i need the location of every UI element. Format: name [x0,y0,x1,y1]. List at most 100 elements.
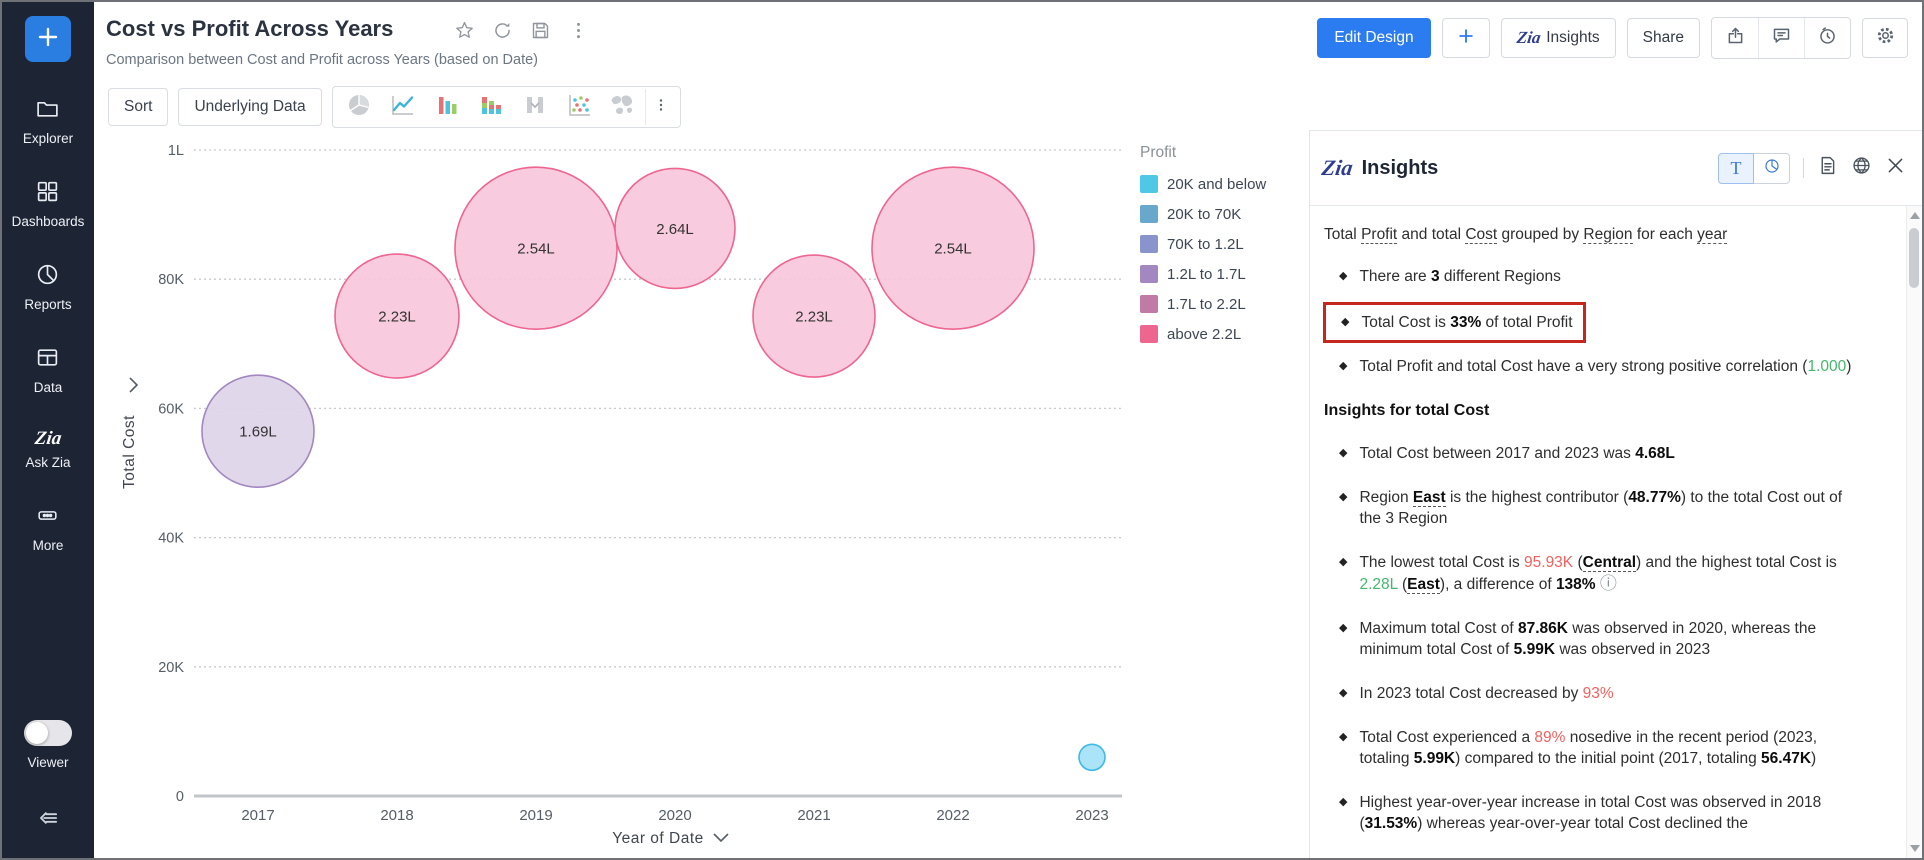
chart-type-map[interactable] [601,89,645,125]
insight-text: Total Cost is 33% of total Profit [1361,312,1572,333]
text-view-toggle[interactable]: T [1718,153,1754,184]
chart-type-line[interactable] [381,89,425,125]
divider [1803,158,1804,178]
y-tick-label: 20K [158,660,184,676]
legend-item[interactable]: 20K to 70K [1140,205,1300,223]
zia-insights-button[interactable]: Zia Insights [1501,18,1616,58]
bubble-value-label: 1.69L [239,424,277,441]
x-tick-label: 2017 [241,807,274,824]
diamond-bullet-icon: ◆ [1339,266,1347,287]
legend-item[interactable]: 70K to 1.2L [1140,235,1300,253]
sidebar-item-reports[interactable]: Reports [24,262,71,312]
add-report-button[interactable] [1442,18,1490,58]
bubble-chart[interactable]: 1.69L2.23L2.54L2.64L2.23L2.54L 020K40K60… [106,134,1136,858]
x-tick-label: 2019 [519,807,552,824]
zia-icon: Zia [33,428,62,450]
insight-bullet: ◆Total Cost experienced a 89% nosedive i… [1324,727,1896,769]
sidebar-collapse-button[interactable] [2,805,94,836]
zoho-analytics-window: Explorer Dashboards Reports Data [2,2,1922,858]
sidebar-item-more[interactable]: More [33,503,64,553]
legend-swatch [1140,325,1158,343]
insight-text: Total Profit and total Cost grouped by R… [1324,226,1727,244]
legend-label: above 2.2L [1167,326,1241,343]
insight-bullet: ◆Total Profit and total Cost have a very… [1324,356,1896,377]
y-tick-label: 0 [176,789,184,805]
chart-type-strip [332,86,681,128]
x-tick-label: 2018 [380,807,413,824]
sidebar-item-data[interactable]: Data [34,345,63,395]
alerts-button[interactable] [1804,18,1850,58]
create-new-button[interactable] [25,16,71,62]
chart-type-more-button[interactable] [645,89,676,125]
scroll-up-icon[interactable] [1910,212,1920,219]
insights-view-toggle: T [1718,153,1790,184]
globe-icon [1851,155,1872,181]
sidebar-item-label: Dashboards [12,214,85,229]
chart-type-stacked-bar[interactable] [469,89,513,125]
settings-button[interactable] [1862,18,1908,58]
bar-chart-icon [433,91,461,124]
diamond-bullet-icon: ◆ [1339,552,1347,595]
y-axis-chevron-icon[interactable] [130,378,137,392]
y-axis-title[interactable]: Total Cost [121,415,138,489]
line-chart-icon [389,91,417,124]
scrollbar-thumb[interactable] [1909,228,1919,288]
chart-type-bar[interactable] [425,89,469,125]
collapse-icon [35,805,61,836]
insights-language-button[interactable] [1851,155,1872,181]
insights-scrollbar[interactable] [1906,206,1922,858]
share-button[interactable]: Share [1627,18,1700,58]
kebab-icon[interactable] [568,20,589,46]
comments-button[interactable] [1758,18,1804,58]
pie-icon [1763,157,1781,180]
insights-header-controls: T [1718,153,1906,184]
highlighted-insight-box: ◆ Total Cost is 33% of total Profit [1323,302,1586,343]
table-icon [35,345,60,375]
sidebar-item-label: Data [34,380,63,395]
x-axis-title[interactable]: Year of Date [612,830,704,847]
zia-icon: Zia [1320,155,1354,181]
close-icon [1885,155,1906,181]
x-axis-chevron-icon[interactable] [714,834,728,841]
save-icon[interactable] [530,20,551,46]
legend-item[interactable]: above 2.2L [1140,325,1300,343]
sort-button[interactable]: Sort [108,88,168,126]
underlying-data-button[interactable]: Underlying Data [178,88,321,126]
bubble-value-label: 2.23L [378,309,416,326]
legend-item[interactable]: 1.7L to 2.2L [1140,295,1300,313]
insights-close-button[interactable] [1885,155,1906,181]
sidebar-item-explorer[interactable]: Explorer [23,96,73,146]
diamond-bullet-icon: ◆ [1339,727,1347,769]
chart-type-pie[interactable] [337,89,381,125]
chart-bubble-2023[interactable] [1079,744,1105,770]
insight-text: Total Cost between 2017 and 2023 was 4.6… [1359,443,1674,464]
insights-intro: Total Profit and total Cost grouped by R… [1324,224,1896,245]
insight-bullet: ◆ Total Cost is 33% of total Profit [1326,312,1573,333]
chart-view-toggle[interactable] [1754,153,1790,184]
document-icon [1817,155,1838,181]
export-button[interactable] [1712,18,1758,58]
folder-icon [35,96,60,126]
diamond-bullet-icon: ◆ [1341,312,1349,333]
report-toolbar: Sort Underlying Data [108,86,681,128]
legend-label: 20K to 70K [1167,206,1241,223]
legend-item[interactable]: 1.2L to 1.7L [1140,265,1300,283]
x-tick-label: 2022 [936,807,969,824]
pie-icon [35,262,60,292]
map-chart-icon [609,91,637,124]
edit-design-button[interactable]: Edit Design [1317,18,1430,58]
sidebar-item-dashboards[interactable]: Dashboards [12,179,85,229]
title-actions [454,20,589,46]
insights-report-button[interactable] [1817,155,1838,181]
star-icon[interactable] [454,20,475,46]
chart-type-butterfly[interactable] [513,89,557,125]
butterfly-chart-icon [521,91,549,124]
legend-item[interactable]: 20K and below [1140,175,1300,193]
chart-type-scatter[interactable] [557,89,601,125]
viewer-toggle[interactable] [24,720,72,746]
refresh-icon[interactable] [492,20,513,46]
plus-icon [1456,26,1476,51]
insight-bullet: ◆Total Cost between 2017 and 2023 was 4.… [1324,443,1896,464]
sidebar-item-ask-zia[interactable]: Zia Ask Zia [25,428,70,470]
scroll-down-icon[interactable] [1910,845,1920,852]
